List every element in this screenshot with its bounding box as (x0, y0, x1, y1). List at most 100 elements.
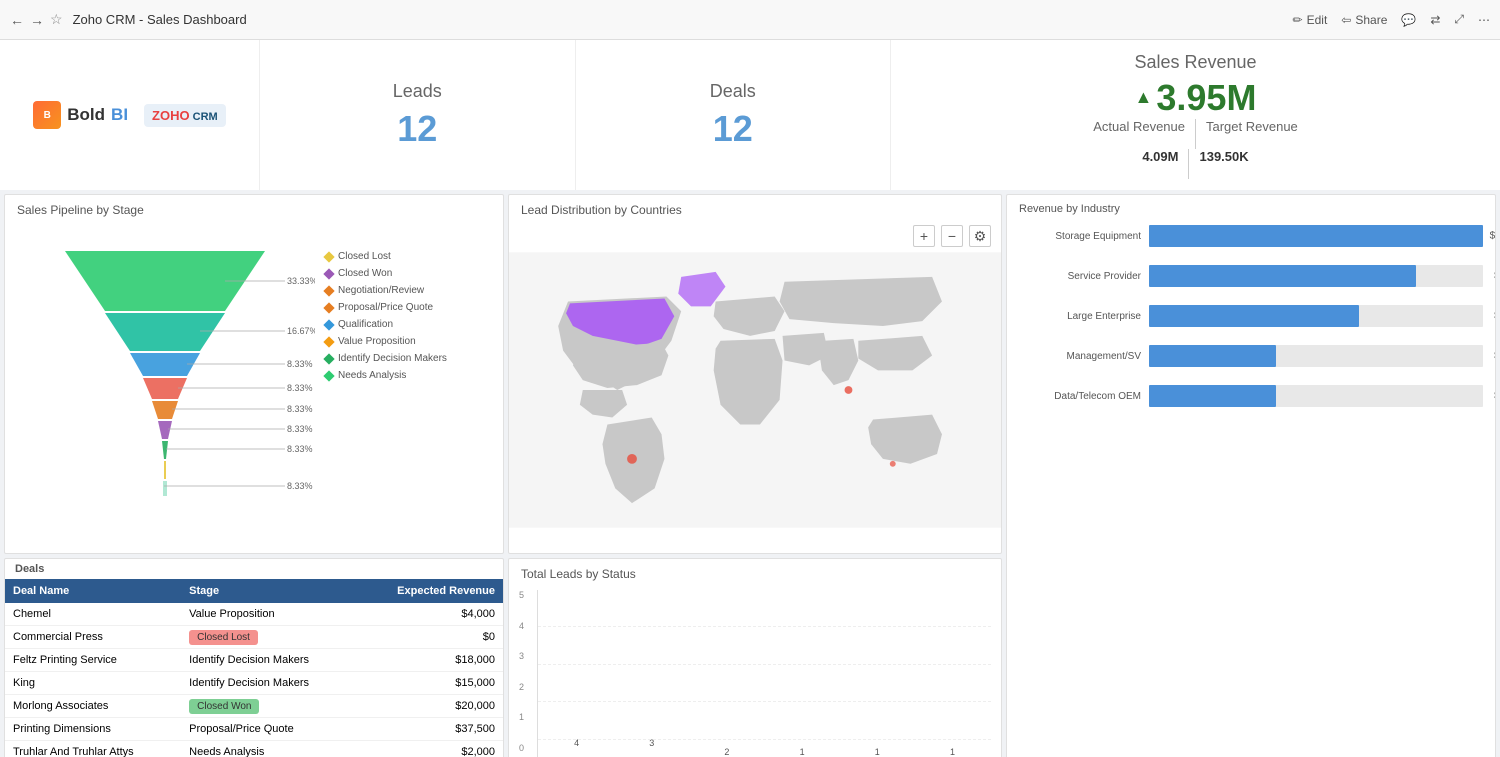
deals-value: 12 (713, 108, 753, 150)
bi-text: BI (111, 105, 128, 125)
deals-section-title: Deals (5, 559, 503, 579)
share-button[interactable]: ⇦ Share (1341, 13, 1387, 27)
edit-button[interactable]: ✏ Edit (1293, 13, 1328, 27)
funnel-legend: Closed Lost Closed Won Negotiation/Revie… (315, 231, 493, 387)
stage-badge: Closed Won (189, 699, 259, 714)
dashboard: B BoldBI ZOHO CRM Leads 12 Deals 12 Sale… (0, 40, 1500, 757)
bar-value: $1.04M (1490, 231, 1496, 242)
deal-name-cell: Truhlar And Truhlar Attys (5, 741, 181, 757)
bar-row: Storage Equipment $1.04M (1019, 225, 1483, 247)
back-button[interactable]: ← (10, 12, 24, 28)
bar-fill (1149, 265, 1416, 287)
legend-color (323, 370, 334, 381)
bars-area: 4 Contact in Future 3 Attempted to Conta… (537, 590, 991, 757)
leads-metric: Leads 12 (260, 40, 576, 190)
stage-cell: Closed Won (181, 695, 356, 718)
expand-icon[interactable]: ⤢ (1454, 12, 1464, 27)
svg-text:8.33%: 8.33% (287, 404, 313, 414)
legend-color (323, 319, 334, 330)
bar-value: $830K (1494, 271, 1496, 282)
stage-badge: Closed Lost (189, 630, 258, 645)
deal-name-cell: Chemel (5, 603, 181, 626)
bar-track: $1.04M (1149, 225, 1483, 247)
svg-text:8.33%: 8.33% (287, 481, 313, 491)
status-bar-group: 1 Pre-Qualified (919, 747, 986, 757)
legend-item: Closed Won (325, 268, 493, 279)
legend-color (323, 251, 334, 262)
stage-cell: Identify Decision Makers (181, 672, 356, 695)
revenue-title: Sales Revenue (1134, 52, 1256, 73)
deals-title: Deals (710, 81, 756, 102)
zoom-in-button[interactable]: + (913, 225, 935, 247)
svg-text:33.33%: 33.33% (287, 276, 315, 286)
stage-cell: Proposal/Price Quote (181, 718, 356, 741)
bar-label: Data/Telecom OEM (1019, 391, 1149, 402)
bar-value: $400K (1494, 391, 1496, 402)
boldbi-icon: B (33, 101, 61, 129)
metrics-row: B BoldBI ZOHO CRM Leads 12 Deals 12 Sale… (0, 40, 1500, 190)
table-row: Feltz Printing ServiceIdentify Decision … (5, 649, 503, 672)
world-map (509, 226, 1001, 554)
stage-cell: Value Proposition (181, 603, 356, 626)
legend-color (323, 302, 334, 313)
bar-track: $400K (1149, 345, 1483, 367)
link-icon[interactable]: ⇄ (1430, 13, 1440, 27)
legend-item: Value Proposition (325, 336, 493, 347)
revenue-cell: $0 (356, 626, 503, 649)
table-row: Commercial Press Closed Lost $0 (5, 626, 503, 649)
revenue-sub: Actual Revenue Target Revenue (1093, 119, 1298, 149)
revenue-cell: $15,000 (356, 672, 503, 695)
status-bar-group: 2 Contacted (693, 747, 760, 757)
map-panel: Lead Distribution by Countries + − ⚙ (508, 194, 1002, 554)
deal-name-cell: Commercial Press (5, 626, 181, 649)
deal-name-cell: King (5, 672, 181, 695)
chart-inner: 0 1 2 3 4 5 (519, 590, 991, 757)
table-row: KingIdentify Decision Makers$15,000 (5, 672, 503, 695)
revenue-cell: $18,000 (356, 649, 503, 672)
boldbi-logo: B BoldBI (33, 101, 128, 129)
stage-cell: Needs Analysis (181, 741, 356, 757)
deals-table: Deal Name Stage Expected Revenue ChemelV… (5, 579, 503, 757)
status-bar-group: 3 Attempted to Contact (618, 738, 685, 757)
reset-button[interactable]: ⚙ (969, 225, 991, 247)
browser-navigation: ← → ☆ (10, 11, 63, 28)
legend-color (323, 268, 334, 279)
table-row: Printing DimensionsProposal/Price Quote$… (5, 718, 503, 741)
star-icon[interactable]: ☆ (50, 11, 63, 28)
deal-name-cell: Feltz Printing Service (5, 649, 181, 672)
leads-title: Leads (393, 81, 442, 102)
bar-track: $400K (1149, 385, 1483, 407)
zoom-out-button[interactable]: − (941, 225, 963, 247)
status-bar-group: 1 Not Contacted (844, 747, 911, 757)
logo-area: B BoldBI ZOHO CRM (0, 40, 260, 190)
browser-actions: ✏ Edit ⇦ Share 💬 ⇄ ⤢ ⋯ (1293, 12, 1490, 27)
forward-button[interactable]: → (30, 12, 44, 28)
revenue-cell: $37,500 (356, 718, 503, 741)
bar-fill (1149, 225, 1483, 247)
revenue-values: 4.09M 139.50K (1142, 149, 1248, 179)
svg-text:8.33%: 8.33% (287, 383, 313, 393)
legend-color (323, 353, 334, 364)
deal-name-cell: Printing Dimensions (5, 718, 181, 741)
funnel-title: Sales Pipeline by Stage (5, 195, 503, 221)
revenue-cell: $20,000 (356, 695, 503, 718)
industry-title: Revenue by Industry (1007, 195, 1495, 217)
svg-text:16.67%: 16.67% (287, 326, 315, 336)
comment-icon[interactable]: 💬 (1401, 13, 1416, 27)
leads-value: 12 (397, 108, 437, 150)
status-bar-group: 1 Lost Lead (769, 747, 836, 757)
deals-metric: Deals 12 (576, 40, 892, 190)
table-row: Morlong AssociatesClosed Won$20,000 (5, 695, 503, 718)
bar-value: $650K (1494, 311, 1496, 322)
bar-row: Service Provider $830K (1019, 265, 1483, 287)
revenue-cell: $2,000 (356, 741, 503, 757)
bar-row: Data/Telecom OEM $400K (1019, 385, 1483, 407)
funnel-container: 33.33% 16.67% 8.33% 8.33% 8.33% (5, 221, 503, 549)
more-icon[interactable]: ⋯ (1478, 13, 1490, 27)
bar-track: $650K (1149, 305, 1483, 327)
legend-color (323, 336, 334, 347)
funnel-chart: 33.33% 16.67% 8.33% 8.33% 8.33% (15, 231, 315, 534)
legend-item: Needs Analysis (325, 370, 493, 381)
bar-row: Management/SV $400K (1019, 345, 1483, 367)
revenue-cell: $4,000 (356, 603, 503, 626)
